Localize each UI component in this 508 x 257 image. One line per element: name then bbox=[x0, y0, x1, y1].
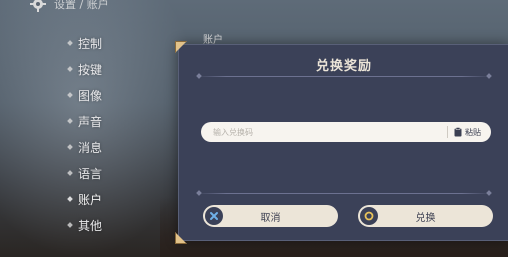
redeem-button[interactable]: 兑换 bbox=[358, 205, 493, 227]
bullet-icon bbox=[67, 144, 73, 150]
header: 设置 / 账户 bbox=[30, 0, 109, 14]
paste-label: 粘贴 bbox=[465, 127, 481, 137]
sidebar-item-audio[interactable]: 声音 bbox=[67, 108, 103, 134]
bullet-icon bbox=[67, 92, 73, 98]
sidebar-item-label: 其他 bbox=[78, 218, 103, 233]
sidebar-item-label: 声音 bbox=[78, 114, 103, 129]
bullet-icon bbox=[67, 66, 73, 72]
dialog-title: 兑换奖励 bbox=[315, 59, 372, 74]
sidebar-item-label: 图像 bbox=[78, 88, 103, 103]
divider bbox=[197, 76, 491, 77]
bullet-icon bbox=[67, 222, 73, 228]
code-input[interactable] bbox=[201, 122, 447, 142]
sidebar-item-messages[interactable]: 消息 bbox=[67, 134, 103, 160]
clipboard-icon bbox=[454, 127, 462, 137]
sidebar-item-label: 账户 bbox=[78, 192, 103, 207]
code-field: 粘贴 bbox=[201, 122, 491, 142]
cancel-button[interactable]: 取消 bbox=[203, 205, 338, 227]
sidebar-item-controls[interactable]: 控制 bbox=[67, 30, 103, 56]
bullet-icon bbox=[67, 40, 73, 46]
x-icon bbox=[205, 207, 223, 225]
page-title: 设置 / 账户 bbox=[54, 0, 109, 11]
corner-ornament bbox=[175, 232, 187, 244]
circle-icon bbox=[360, 207, 378, 225]
redeem-label: 兑换 bbox=[415, 212, 436, 224]
sidebar-item-label: 消息 bbox=[78, 140, 103, 155]
sidebar-item-graphics[interactable]: 图像 bbox=[67, 82, 103, 108]
sidebar-item-label: 控制 bbox=[78, 36, 103, 51]
gear-icon bbox=[30, 0, 46, 12]
bullet-icon bbox=[67, 196, 73, 202]
bullet-icon bbox=[67, 118, 73, 124]
paste-button[interactable]: 粘贴 bbox=[448, 127, 491, 138]
cancel-label: 取消 bbox=[260, 212, 281, 224]
sidebar-item-label: 语言 bbox=[78, 166, 103, 181]
sidebar-item-account[interactable]: 账户 bbox=[67, 186, 103, 212]
sidebar-item-language[interactable]: 语言 bbox=[67, 160, 103, 186]
redeem-dialog: 兑换奖励 粘贴 取消 兑换 bbox=[175, 41, 508, 244]
sidebar-item-keybinds[interactable]: 按键 bbox=[67, 56, 103, 82]
bullet-icon bbox=[67, 170, 73, 176]
sidebar-item-other[interactable]: 其他 bbox=[67, 212, 103, 238]
sidebar-item-label: 按键 bbox=[78, 62, 103, 77]
divider bbox=[197, 193, 491, 194]
sidebar: 控制 按键 图像 声音 消息 语言 账户 其他 bbox=[67, 30, 103, 238]
